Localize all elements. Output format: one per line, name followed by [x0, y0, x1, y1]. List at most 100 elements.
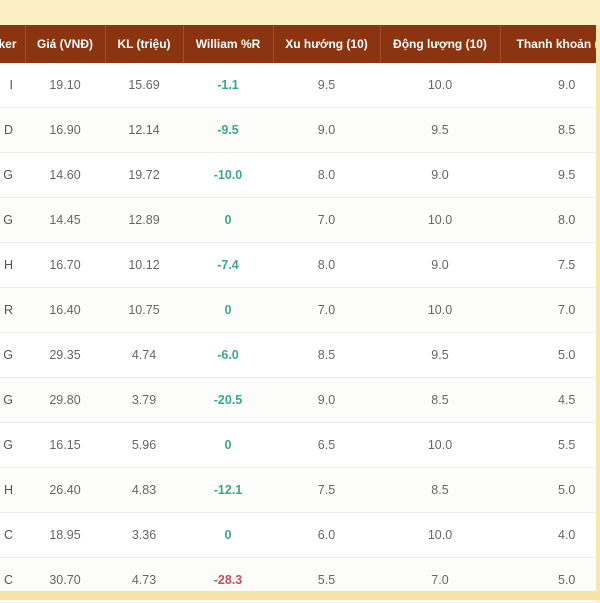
cell-ticker: D [0, 107, 25, 153]
cell-price: 29.35 [25, 332, 105, 378]
cell-volume: 4.74 [105, 332, 183, 378]
cell-trend: 6.5 [273, 422, 380, 468]
col-volume[interactable]: KL (triệu) [105, 25, 184, 63]
cell-volume: 5.96 [105, 422, 183, 468]
cell-ticker: H [0, 467, 25, 513]
col-ticker[interactable]: Ticker [0, 25, 26, 63]
col-william[interactable]: William %R [183, 25, 274, 63]
cell-ticker: H [0, 242, 25, 288]
cell-liquidity: 5.0 [500, 332, 596, 378]
cell-ticker: G [0, 422, 25, 468]
right-band [596, 25, 600, 591]
cell-trend: 9.5 [273, 63, 380, 108]
table-row[interactable]: G 16.15 5.96 0 6.5 10.0 5.5 [0, 422, 596, 468]
cell-price: 16.90 [25, 107, 105, 153]
table-row[interactable]: G 14.45 12.89 0 7.0 10.0 8.0 [0, 197, 596, 243]
cell-momentum: 10.0 [380, 287, 500, 333]
cell-william: -12.1 [183, 467, 273, 513]
table-row[interactable]: I 19.10 15.69 -1.1 9.5 10.0 9.0 [0, 63, 596, 108]
cell-momentum: 10.0 [380, 512, 500, 558]
cell-momentum: 9.0 [380, 152, 500, 198]
cell-liquidity: 7.0 [500, 287, 596, 333]
cell-volume: 4.83 [105, 467, 183, 513]
cell-price: 14.45 [25, 197, 105, 243]
cell-trend: 9.0 [273, 377, 380, 423]
cell-liquidity: 5.5 [500, 422, 596, 468]
cell-volume: 10.12 [105, 242, 183, 288]
table-row[interactable]: G 29.35 4.74 -6.0 8.5 9.5 5.0 [0, 332, 596, 378]
cell-price: 16.15 [25, 422, 105, 468]
cell-volume: 10.75 [105, 287, 183, 333]
cell-liquidity: 5.0 [500, 467, 596, 513]
cell-ticker: G [0, 332, 25, 378]
cell-liquidity: 8.0 [500, 197, 596, 243]
cell-william: -1.1 [183, 63, 273, 108]
cell-volume: 15.69 [105, 63, 183, 108]
cell-liquidity: 4.0 [500, 512, 596, 558]
table-row[interactable]: H 26.40 4.83 -12.1 7.5 8.5 5.0 [0, 467, 596, 513]
cell-price: 26.40 [25, 467, 105, 513]
cell-liquidity: 9.5 [500, 152, 596, 198]
cell-trend: 8.5 [273, 332, 380, 378]
col-trend[interactable]: Xu hướng (10) [273, 25, 381, 63]
cell-william: 0 [183, 512, 273, 558]
cell-william: -20.5 [183, 377, 273, 423]
cell-momentum: 8.5 [380, 467, 500, 513]
cell-william: 0 [183, 197, 273, 243]
cell-momentum: 9.0 [380, 242, 500, 288]
cell-liquidity: 4.5 [500, 377, 596, 423]
cell-price: 14.60 [25, 152, 105, 198]
table-row[interactable]: G 29.80 3.79 -20.5 9.0 8.5 4.5 [0, 377, 596, 423]
cell-liquidity: 8.5 [500, 107, 596, 153]
cell-price: 16.40 [25, 287, 105, 333]
bottom-band [0, 591, 600, 600]
cell-liquidity: 7.5 [500, 242, 596, 288]
cell-ticker: G [0, 152, 25, 198]
cell-william: -9.5 [183, 107, 273, 153]
cell-trend: 7.0 [273, 287, 380, 333]
top-band [0, 0, 600, 25]
table-row[interactable]: C 18.95 3.36 0 6.0 10.0 4.0 [0, 512, 596, 558]
cell-liquidity: 9.0 [500, 63, 596, 108]
col-liquidity[interactable]: Thanh khoản (10) [500, 25, 597, 63]
cell-volume: 19.72 [105, 152, 183, 198]
cell-trend: 7.0 [273, 197, 380, 243]
cell-william: 0 [183, 422, 273, 468]
cell-momentum: 8.5 [380, 377, 500, 423]
cell-price: 29.80 [25, 377, 105, 423]
cell-volume: 12.89 [105, 197, 183, 243]
table-row[interactable]: H 16.70 10.12 -7.4 8.0 9.0 7.5 [0, 242, 596, 288]
cell-trend: 6.0 [273, 512, 380, 558]
cell-momentum: 10.0 [380, 63, 500, 108]
cell-ticker: I [0, 63, 25, 108]
cell-volume: 3.79 [105, 377, 183, 423]
cell-momentum: 10.0 [380, 422, 500, 468]
table-row[interactable]: G 14.60 19.72 -10.0 8.0 9.0 9.5 [0, 152, 596, 198]
cell-price: 19.10 [25, 63, 105, 108]
cell-william: -10.0 [183, 152, 273, 198]
cell-ticker: G [0, 377, 25, 423]
cell-ticker: G [0, 197, 25, 243]
table-header: Ticker Giá (VNĐ) KL (triệu) William %R X… [0, 25, 597, 63]
table-row[interactable]: R 16.40 10.75 0 7.0 10.0 7.0 [0, 287, 596, 333]
cell-price: 18.95 [25, 512, 105, 558]
cell-william: -7.4 [183, 242, 273, 288]
col-price[interactable]: Giá (VNĐ) [25, 25, 106, 63]
cell-trend: 8.0 [273, 152, 380, 198]
cell-volume: 12.14 [105, 107, 183, 153]
cell-momentum: 10.0 [380, 197, 500, 243]
col-momentum[interactable]: Động lượng (10) [380, 25, 501, 63]
cell-william: 0 [183, 287, 273, 333]
cell-momentum: 9.5 [380, 107, 500, 153]
cell-trend: 9.0 [273, 107, 380, 153]
cell-trend: 8.0 [273, 242, 380, 288]
cell-ticker: R [0, 287, 25, 333]
cell-volume: 3.36 [105, 512, 183, 558]
stock-table: Ticker Giá (VNĐ) KL (triệu) William %R X… [0, 25, 597, 603]
cell-momentum: 9.5 [380, 332, 500, 378]
cell-ticker: C [0, 512, 25, 558]
cell-trend: 7.5 [273, 467, 380, 513]
cell-william: -6.0 [183, 332, 273, 378]
table-row[interactable]: D 16.90 12.14 -9.5 9.0 9.5 8.5 [0, 107, 596, 153]
cell-price: 16.70 [25, 242, 105, 288]
